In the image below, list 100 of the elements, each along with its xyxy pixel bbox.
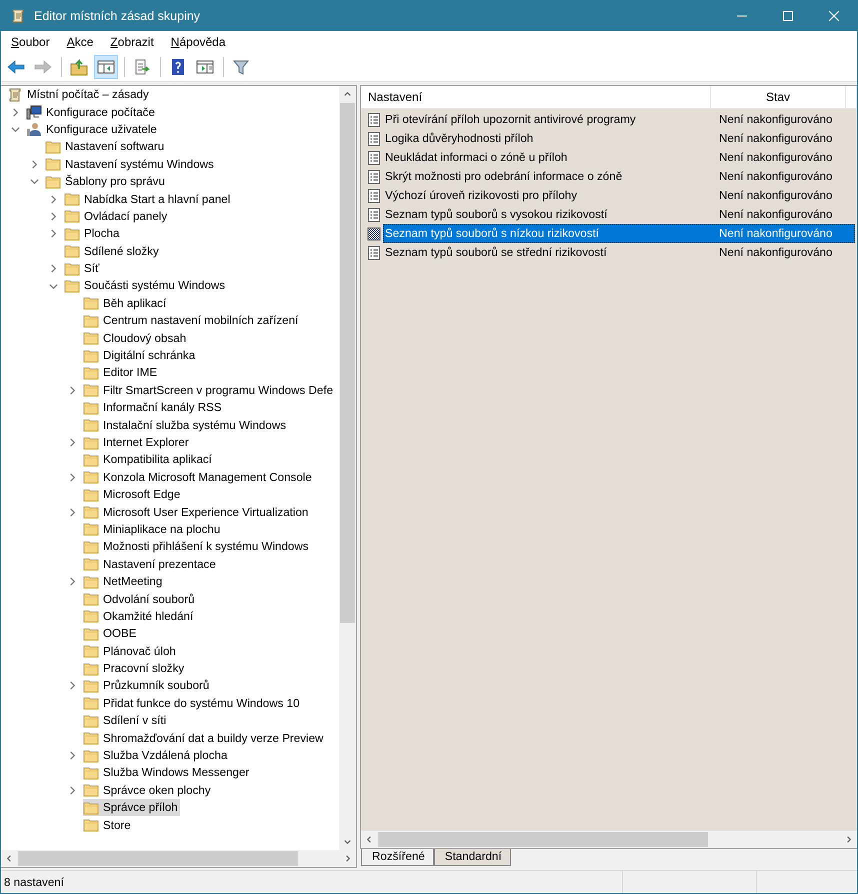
tree-item[interactable]: OOBE xyxy=(83,625,139,642)
tree-item[interactable]: Sdílení v síti xyxy=(83,712,168,730)
expand-toggle-icon[interactable] xyxy=(11,124,20,134)
table-cell-text: Neukládat informaci o zóně u příloh xyxy=(384,151,568,164)
expand-toggle-icon[interactable] xyxy=(49,264,58,274)
tree-item[interactable]: Šablony pro správu xyxy=(45,172,167,190)
expand-toggle-icon[interactable] xyxy=(11,108,20,117)
folder-icon xyxy=(83,678,99,694)
menu-item[interactable]: Soubor xyxy=(3,35,58,49)
tree-item[interactable]: Digitální schránka xyxy=(83,346,198,364)
table-row[interactable]: Neukládat informaci o zóně u příloh Není nakonfigurováno xyxy=(383,148,855,167)
tree-item[interactable]: Běh aplikací xyxy=(83,294,168,312)
tree-item[interactable]: Služba Vzdálená plocha xyxy=(83,746,230,764)
expand-toggle-icon[interactable] xyxy=(49,229,58,238)
table-cell: Není nakonfigurováno xyxy=(719,132,832,145)
expand-toggle-icon[interactable] xyxy=(49,194,58,204)
tree-item[interactable]: Pracovní složky xyxy=(83,660,186,678)
scrollbar[interactable] xyxy=(361,830,857,848)
tree-item[interactable]: Editor IME xyxy=(83,364,160,382)
tree-item[interactable]: Plocha xyxy=(64,225,122,243)
tree-item[interactable]: Centrum nastavení mobilních zařízení xyxy=(83,312,300,330)
tree-item[interactable]: Okamžité hledání xyxy=(83,608,196,626)
tree-item[interactable]: Správce oken plochy xyxy=(83,782,213,800)
scrollbar[interactable] xyxy=(1,850,356,867)
column-header[interactable]: Nastavení xyxy=(361,86,711,108)
folder-icon xyxy=(83,574,99,590)
menu-item[interactable]: Zobrazit xyxy=(102,35,162,49)
tree-item[interactable]: Konfigurace počítače xyxy=(26,103,157,121)
column-header[interactable]: Stav xyxy=(711,86,846,108)
tree-item[interactable]: Cloudový obsah xyxy=(83,329,188,347)
expand-toggle-icon[interactable] xyxy=(68,438,77,448)
tab[interactable]: Standardní xyxy=(434,849,511,866)
folder-icon xyxy=(83,712,99,729)
policy-icon xyxy=(367,170,381,184)
status-text: 8 nastavení xyxy=(3,874,65,890)
tree-item[interactable]: Správce příloh xyxy=(83,799,180,816)
table-row[interactable]: Logika důvěryhodnosti příloh Není nakonfigurováno xyxy=(383,129,855,148)
tree-item[interactable]: Možnosti přihlášení k systému Windows xyxy=(83,538,311,556)
menu-item[interactable]: Akce xyxy=(58,35,102,49)
tree-item[interactable]: Odvolání souborů xyxy=(83,590,197,608)
tree-item[interactable]: Sdílené složky xyxy=(64,242,161,260)
tree-item[interactable]: Shromažďování dat a buildy verze Preview xyxy=(83,729,326,747)
table-cell: Není nakonfigurováno xyxy=(719,170,832,183)
expand-toggle-icon[interactable] xyxy=(68,508,77,517)
table-row[interactable]: Seznam typů souborů se střední rizikovostí Není nakonfigurováno xyxy=(383,243,855,262)
expand-toggle-icon[interactable] xyxy=(68,751,77,760)
expand-toggle-icon[interactable] xyxy=(30,160,39,169)
expand-toggle-icon[interactable] xyxy=(68,786,77,795)
table-row[interactable]: Při otevírání příloh upozornit antivirové programy Není nakonfigurováno xyxy=(383,110,855,129)
tree-item[interactable]: Nastavení systému Windows xyxy=(45,156,216,173)
folder-icon xyxy=(83,400,99,416)
expand-toggle-icon[interactable] xyxy=(30,177,39,186)
tree-item[interactable]: Průzkumník souborů xyxy=(83,677,212,695)
tab[interactable]: Rozšířené xyxy=(361,849,434,866)
tree-item[interactable]: Miniaplikace na plochu xyxy=(83,520,222,538)
tree-item[interactable]: Microsoft Edge xyxy=(83,486,182,504)
policy-icon xyxy=(367,132,381,146)
table-cell: Není nakonfigurováno xyxy=(719,189,832,202)
tree-item[interactable]: Store xyxy=(83,816,133,834)
table-row[interactable]: Skrýt možnosti pro odebrání informace o zóně Není nakonfigurováno xyxy=(383,167,855,186)
tree-item[interactable]: Internet Explorer xyxy=(83,434,191,452)
tree-item[interactable]: Konfigurace uživatele xyxy=(26,120,159,138)
expand-toggle-icon[interactable] xyxy=(49,282,58,290)
table-cell-text: Skrýt možnosti pro odebrání informace o zóně xyxy=(384,170,624,183)
table-cell: Není nakonfigurováno xyxy=(719,151,832,164)
tree-item[interactable]: Přidat funkce do systému Windows 10 xyxy=(83,694,302,712)
scrollbar[interactable] xyxy=(339,86,356,850)
policy-icon xyxy=(367,112,381,126)
tree-item[interactable]: Nastavení prezentace xyxy=(83,556,218,573)
folder-icon xyxy=(83,695,99,712)
folder-icon xyxy=(83,469,99,486)
menu-item[interactable]: Nápověda xyxy=(162,35,234,49)
tree-item[interactable]: Plánovač úloh xyxy=(83,642,178,660)
tree-item[interactable]: Konzola Microsoft Management Console xyxy=(83,468,314,486)
expand-toggle-icon[interactable] xyxy=(68,386,77,395)
folder-icon xyxy=(64,226,80,242)
tree-item[interactable]: Instalační služba systému Windows xyxy=(83,416,288,434)
tree-item[interactable]: Kompatibilita aplikací xyxy=(83,451,214,469)
table-row[interactable]: Výchozí úroveň rizikovosti pro přílohy Není nakonfigurováno xyxy=(383,186,855,205)
expand-toggle-icon[interactable] xyxy=(49,212,58,221)
tree-item[interactable]: Nastavení softwaru xyxy=(45,138,166,156)
folder-icon xyxy=(83,312,99,329)
tree-item[interactable]: Filtr SmartScreen v programu Windows Defe xyxy=(83,382,336,400)
table-row[interactable]: Seznam typů souborů s vysokou rizikovostí Není nakonfigurováno xyxy=(383,205,855,224)
tree-item[interactable]: Microsoft User Experience Virtualization xyxy=(83,503,310,521)
tree-item[interactable]: NetMeeting xyxy=(83,572,164,590)
expand-toggle-icon[interactable] xyxy=(68,472,77,482)
tree-item[interactable]: Nabídka Start a hlavní panel xyxy=(64,190,232,208)
tree-item[interactable]: Síť xyxy=(64,260,102,278)
expand-toggle-icon[interactable] xyxy=(68,577,77,586)
tree-item[interactable]: Ovládací panely xyxy=(64,208,170,226)
tree-item[interactable]: Informační kanály RSS xyxy=(83,399,224,416)
folder-icon xyxy=(83,330,99,346)
table-row[interactable]: Seznam typů souborů s nízkou rizikovostí Není nakonfigurováno xyxy=(383,224,855,243)
tree-item[interactable]: Součásti systému Windows xyxy=(64,277,228,295)
tree-pane-icon[interactable] xyxy=(94,55,118,79)
tree-item[interactable]: Služba Windows Messenger xyxy=(83,764,252,782)
expand-toggle-icon[interactable] xyxy=(68,681,77,690)
folder-icon xyxy=(83,626,99,642)
tree-item[interactable]: Místní počítač – zásady xyxy=(7,86,151,104)
